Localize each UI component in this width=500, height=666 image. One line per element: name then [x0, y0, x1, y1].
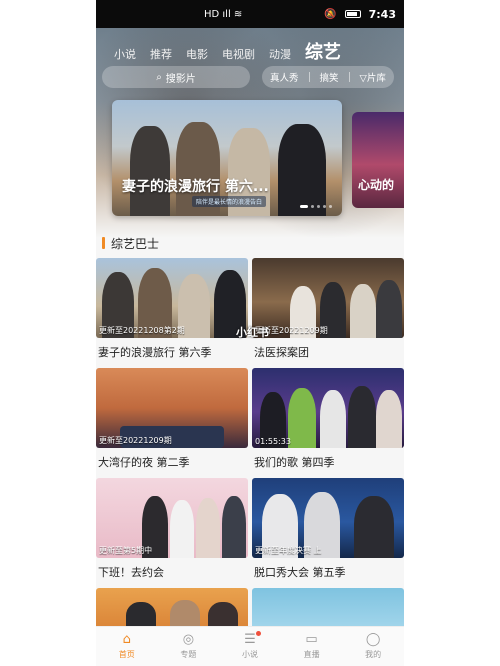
compass-icon: ◎ — [182, 632, 195, 647]
show-title: 我们的歌 第四季 — [254, 456, 335, 469]
status-bar: HD ıll ≋ 🔕 7:43 — [96, 0, 404, 28]
show-title: 大湾仔的夜 第二季 — [98, 456, 190, 469]
filter-icon: ▽ — [359, 73, 367, 84]
nav-topics[interactable]: ◎ 专题 — [158, 627, 220, 666]
nav-novel[interactable]: ☰ 小说 — [219, 627, 281, 666]
banner-title: 妻子的浪漫旅行 第六... — [122, 179, 269, 195]
show-thumbnail: 更新至20221208第2期 — [96, 258, 248, 338]
chip-reality[interactable]: 真人秀 — [270, 70, 299, 84]
signal-wifi-icon: HD ıll ≋ — [204, 8, 243, 20]
mute-icon: 🔕 — [324, 8, 337, 20]
nav-label: 首页 — [118, 650, 135, 659]
episode-label: 更新至20221208第2期 — [99, 326, 185, 335]
user-icon: ◯ — [365, 632, 381, 647]
show-thumbnail: 更新至年度决赛 上 — [252, 478, 404, 558]
nav-label: 小说 — [241, 650, 258, 659]
nav-live[interactable]: ▭ 直播 — [281, 627, 343, 666]
carousel-dot — [300, 205, 308, 208]
library-label: 片库 — [366, 73, 386, 84]
carousel-dot — [311, 205, 314, 208]
notification-badge — [255, 631, 261, 636]
signal-icons: HD ıll ≋ — [204, 9, 242, 20]
video-icon: ▭ — [305, 632, 318, 647]
tab-anime[interactable]: 动漫 — [269, 46, 291, 62]
battery-icon — [344, 10, 361, 18]
show-title: 法医探案团 — [254, 346, 309, 359]
nav-label: 直播 — [303, 650, 320, 659]
episode-label: 更新至年度决赛 上 — [255, 546, 322, 555]
carousel-dot — [317, 205, 320, 208]
banner-subtitle: 陪伴是最长情的浪漫告白 — [192, 196, 267, 207]
search-icon: ⌕ — [156, 71, 162, 83]
watermark: 小红书 — [236, 326, 269, 339]
carousel-indicator — [300, 205, 332, 208]
show-thumbnail: 更新至20221209期 — [252, 258, 404, 338]
show-card[interactable]: 更新至第5期中 下班！去约会 — [96, 478, 248, 580]
show-card[interactable]: 01:55:33 我们的歌 第四季 — [252, 368, 404, 470]
search-placeholder: 搜影片 — [165, 73, 196, 85]
nav-profile[interactable]: ◯ 我的 — [342, 627, 404, 666]
tab-tv[interactable]: 电视剧 — [222, 46, 255, 62]
show-card[interactable]: 更新至20221209期 大湾仔的夜 第二季 — [96, 368, 248, 470]
section-title: 综艺巴士 — [111, 236, 160, 251]
tab-recommend[interactable]: 推荐 — [150, 46, 172, 62]
tab-novel[interactable]: 小说 — [114, 46, 136, 62]
show-title: 妻子的浪漫旅行 第六季 — [98, 346, 212, 359]
filter-chips: 真人秀 搞笑 ▽片库 — [262, 66, 394, 88]
app-screen: HD ıll ≋ 🔕 7:43 小说 推荐 电影 电视剧 动漫 综艺 ⌕ 搜影片… — [96, 0, 404, 666]
chip-funny[interactable]: 搞笑 — [320, 70, 339, 84]
chip-divider — [308, 72, 310, 82]
show-title: 脱口秀大会 第五季 — [254, 566, 346, 579]
library-button[interactable]: ▽片库 — [360, 70, 386, 84]
episode-label: 更新至20221209期 — [99, 436, 172, 445]
show-thumbnail: 更新至20221209期 — [96, 368, 248, 448]
nav-label: 我的 — [365, 650, 382, 659]
section-accent-bar — [102, 237, 105, 249]
show-thumbnail: 更新至第5期中 — [96, 478, 248, 558]
chip-divider — [348, 72, 350, 82]
episode-label: 01:55:33 — [255, 437, 291, 446]
show-card[interactable]: 更新至年度决赛 上 脱口秀大会 第五季 — [252, 478, 404, 580]
show-card[interactable]: 更新至20221209期 法医探案团 — [252, 258, 404, 360]
episode-label: 更新至第5期中 — [99, 546, 153, 555]
filter-row: ⌕ 搜影片 真人秀 搞笑 ▽片库 — [102, 66, 398, 88]
next-banner-title: 心动的 — [358, 178, 395, 192]
tab-movie[interactable]: 电影 — [186, 46, 208, 62]
featured-banner[interactable]: 妻子的浪漫旅行 第六... 陪伴是最长情的浪漫告白 — [112, 100, 342, 216]
show-thumbnail: 01:55:33 — [252, 368, 404, 448]
book-icon: ☰ — [242, 631, 261, 647]
bottom-nav: ⌂ 首页 ◎ 专题 ☰ 小说 ▭ 直播 ◯ 我的 — [96, 626, 404, 666]
tab-variety[interactable]: 综艺 — [305, 44, 341, 62]
search-input[interactable]: ⌕ 搜影片 — [102, 66, 250, 88]
section-header: 综艺巴士 — [102, 236, 160, 251]
show-card[interactable]: 更新至20221208第2期 妻子的浪漫旅行 第六季 — [96, 258, 248, 360]
carousel-dot — [323, 205, 326, 208]
home-icon: ⌂ — [122, 632, 131, 647]
show-title: 下班！去约会 — [98, 566, 164, 579]
nav-home[interactable]: ⌂ 首页 — [96, 627, 158, 666]
next-banner[interactable]: 心动的 — [352, 112, 404, 208]
category-tabs: 小说 推荐 电影 电视剧 动漫 综艺 — [96, 34, 404, 62]
nav-label: 专题 — [180, 650, 197, 659]
status-time: 7:43 — [368, 7, 396, 21]
carousel-dot — [329, 205, 332, 208]
